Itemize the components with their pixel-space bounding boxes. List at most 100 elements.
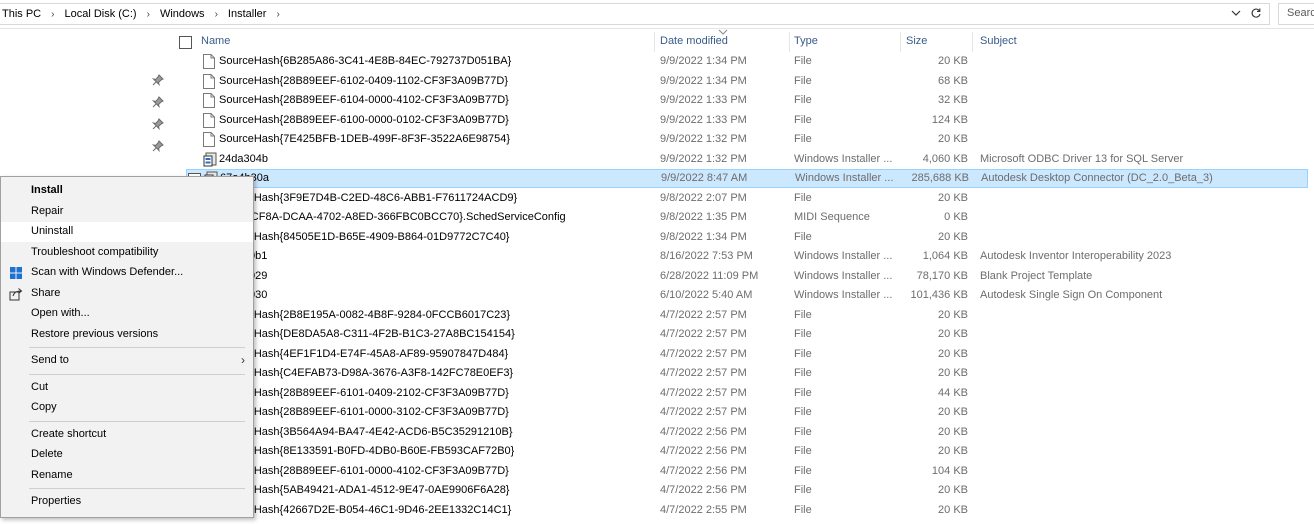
file-size: 285,688 KB	[911, 172, 970, 184]
menu-item-create-shortcut[interactable]: Create shortcut	[1, 425, 253, 445]
file-row[interactable]: SourceHash{42667D2E-B054-46C1-9D46-2EE13…	[170, 501, 1310, 520]
file-row[interactable]: SourceHash{DE8DA5A8-C311-4F2B-B1C3-27A8B…	[170, 325, 1310, 344]
menu-item-delete[interactable]: Delete	[1, 445, 253, 465]
file-row[interactable]: SourceHash{2B8E195A-0082-4B8F-9284-0FCCB…	[170, 306, 1310, 325]
menu-item-scan-with-windows-defender[interactable]: Scan with Windows Defender...	[1, 263, 253, 283]
menu-item-label: Repair	[31, 205, 64, 217]
file-row[interactable]: SourceHash{6B285A86-3C41-4E8B-84EC-79273…	[170, 52, 1310, 71]
menu-item-send-to[interactable]: Send to ›	[1, 351, 253, 371]
column-header-row: Name Date modified Type Size Subject	[170, 29, 1310, 52]
menu-item-uninstall[interactable]: Uninstall	[1, 222, 253, 242]
file-date-modified: 9/9/2022 1:34 PM	[660, 75, 747, 87]
column-divider[interactable]	[972, 32, 973, 52]
select-all-checkbox[interactable]	[179, 36, 192, 49]
menu-item-label: Create shortcut	[31, 428, 107, 440]
file-size: 20 KB	[938, 133, 968, 145]
file-row[interactable]: SourceHash{7E425BFB-1DEB-499F-8F3F-3522A…	[170, 130, 1310, 149]
chevron-down-icon[interactable]	[1229, 8, 1243, 21]
file-date-modified: 4/7/2022 2:57 PM	[660, 367, 747, 379]
menu-separator	[29, 347, 245, 348]
breadcrumb-separator[interactable]: ›	[268, 9, 287, 20]
breadcrumb-this-pc[interactable]: This PC	[0, 8, 43, 20]
file-size: 20 KB	[938, 192, 968, 204]
file-row[interactable]: SourceHash{28B89EEF-6101-0000-3102-CF3F3…	[170, 403, 1310, 422]
file-name: SourceHash{2B8E195A-0082-4B8F-9284-0FCCB…	[219, 309, 511, 321]
menu-item-share[interactable]: Share	[1, 284, 253, 304]
context-menu: Install Repair Uninstall Troubleshoot compa…	[0, 176, 254, 518]
file-date-modified: 9/8/2022 2:07 PM	[660, 192, 747, 204]
file-row[interactable]: SourceHash{C4EFAB73-D98A-3676-A3F8-142FC…	[170, 364, 1310, 383]
menu-item-copy[interactable]: Copy	[1, 398, 253, 418]
file-type: File	[794, 484, 812, 496]
column-header-date-modified[interactable]: Date modified	[660, 35, 728, 47]
menu-item-open-with[interactable]: Open with...	[1, 304, 253, 324]
menu-item-label: Delete	[31, 448, 63, 460]
column-header-subject[interactable]: Subject	[980, 35, 1017, 47]
breadcrumb-local-disk[interactable]: Local Disk (C:)	[62, 8, 138, 20]
file-row[interactable]: 1c7ab030 6/10/2022 5:40 AM Windows Install…	[170, 286, 1310, 305]
file-row[interactable]: 1c7ab029 6/28/2022 11:09 PM Windows Instal…	[170, 267, 1310, 286]
file-row[interactable]: SourceHash{28B89EEF-6101-0409-2102-CF3F3…	[170, 384, 1310, 403]
file-name: SourceHash{4EF1F1D4-E74F-45A8-AF89-95907…	[219, 348, 509, 360]
pin-icon[interactable]	[151, 96, 164, 109]
file-row[interactable]: SourceHash{5AB49421-ADA1-4512-9E47-0AE99…	[170, 481, 1310, 500]
file-date-modified: 4/7/2022 2:57 PM	[660, 406, 747, 418]
file-subject: Microsoft ODBC Driver 13 for SQL Server	[980, 153, 1184, 165]
file-row[interactable]: SourceHash{8E133591-B0FD-4DB0-B60E-FB593…	[170, 442, 1310, 461]
menu-item-repair[interactable]: Repair	[1, 202, 253, 222]
pin-icon[interactable]	[151, 118, 164, 131]
file-size: 68 KB	[938, 75, 968, 87]
breadcrumb[interactable]: This PC › Local Disk (C:) › Windows › In…	[0, 3, 1270, 25]
file-date-modified: 4/7/2022 2:56 PM	[660, 484, 747, 496]
breadcrumb-separator[interactable]: ›	[139, 9, 158, 20]
file-row[interactable]: SourceHash{28B89EEF-6104-0000-4102-CF3F3…	[170, 91, 1310, 110]
file-row[interactable]: SourceHash{28B89EEF-6100-0000-0102-CF3F3…	[170, 111, 1310, 130]
menu-item-label: Rename	[31, 469, 73, 481]
column-header-type[interactable]: Type	[794, 35, 818, 47]
file-size: 20 KB	[938, 309, 968, 321]
file-row[interactable]: SourceHash{4EF1F1D4-E74F-45A8-AF89-95907…	[170, 345, 1310, 364]
search-input[interactable]: Searc	[1278, 3, 1314, 25]
file-row[interactable]: SourceHash{3B564A94-BA47-4E42-ACD6-B5C35…	[170, 423, 1310, 442]
pin-icon[interactable]	[151, 74, 164, 87]
file-row[interactable]: {0BCFCF8A-DCAA-4702-A8ED-366FBC0BCC70}.S…	[170, 208, 1310, 227]
file-row[interactable]: SourceHash{28B89EEF-6102-0409-1102-CF3F3…	[170, 72, 1310, 91]
column-divider[interactable]	[900, 32, 901, 52]
file-type: File	[794, 192, 812, 204]
file-icon	[203, 113, 215, 128]
file-row[interactable]: SourceHash{3F9E7D4B-C2ED-48C6-ABB1-F7611…	[170, 189, 1310, 208]
breadcrumb-windows[interactable]: Windows	[158, 8, 207, 20]
file-type: File	[794, 426, 812, 438]
menu-item-rename[interactable]: Rename	[1, 466, 253, 486]
file-type: File	[794, 406, 812, 418]
file-subject: Autodesk Desktop Connector (DC_2.0_Beta_…	[981, 172, 1213, 184]
file-type: File	[794, 114, 812, 126]
file-size: 20 KB	[938, 406, 968, 418]
file-size: 20 KB	[938, 231, 968, 243]
file-row[interactable]: 67a4b30a 9/9/2022 8:47 AM Windows Installe…	[186, 169, 1308, 188]
file-name: SourceHash{28B89EEF-6101-0000-4102-CF3F3…	[219, 465, 509, 477]
file-row[interactable]: 24da304b 9/9/2022 1:32 PM Windows Installe…	[170, 150, 1310, 169]
menu-item-cut[interactable]: Cut	[1, 378, 253, 398]
file-row[interactable]: SourceHash{84505E1D-B65E-4909-B864-01D97…	[170, 228, 1310, 247]
installer-package-icon	[203, 152, 217, 167]
breadcrumb-installer[interactable]: Installer	[226, 8, 269, 20]
file-date-modified: 9/9/2022 1:33 PM	[660, 114, 747, 126]
menu-item-properties[interactable]: Properties	[1, 492, 253, 512]
breadcrumb-separator[interactable]: ›	[43, 9, 62, 20]
menu-item-restore-previous-versions[interactable]: Restore previous versions	[1, 325, 253, 345]
breadcrumb-separator[interactable]: ›	[207, 9, 226, 20]
column-header-size[interactable]: Size	[906, 35, 927, 47]
menu-item-troubleshoot-compatibility[interactable]: Troubleshoot compatibility	[1, 243, 253, 263]
column-divider[interactable]	[789, 32, 790, 52]
menu-item-install[interactable]: Install	[1, 181, 253, 201]
column-header-name[interactable]: Name	[201, 35, 230, 47]
file-row[interactable]: SourceHash{28B89EEF-6101-0000-4102-CF3F3…	[170, 462, 1310, 481]
file-row[interactable]: 1c7ab0b1 8/16/2022 7:53 PM Windows Install…	[170, 247, 1310, 266]
file-name: 1c7ab030	[219, 289, 649, 301]
pin-icon[interactable]	[151, 140, 164, 153]
file-date-modified: 6/28/2022 11:09 PM	[660, 270, 759, 282]
file-name: SourceHash{28B89EEF-6104-0000-4102-CF3F3…	[219, 94, 509, 106]
refresh-icon[interactable]	[1249, 7, 1263, 22]
column-divider[interactable]	[654, 32, 655, 52]
